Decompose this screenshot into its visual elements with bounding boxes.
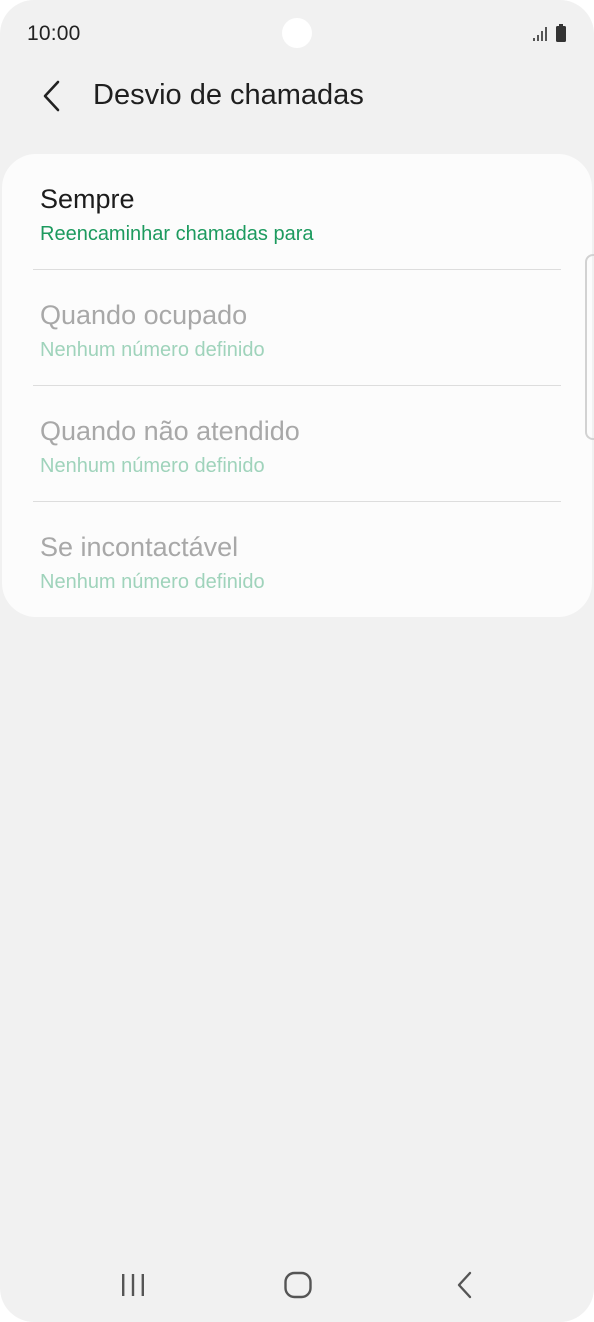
battery-icon	[556, 24, 566, 42]
setting-when-unanswered[interactable]: Quando não atendido Nenhum número defini…	[2, 386, 592, 501]
home-button[interactable]	[268, 1260, 328, 1310]
chevron-left-icon	[43, 80, 60, 112]
setting-title: Quando ocupado	[40, 300, 248, 330]
setting-title: Se incontactável	[40, 532, 239, 562]
setting-when-busy[interactable]: Quando ocupado Nenhum número definido	[2, 270, 592, 385]
call-forwarding-list: Sempre Reencaminhar chamadas para Quando…	[2, 154, 592, 617]
navigation-bar	[0, 1250, 594, 1322]
signal-icon	[533, 27, 547, 41]
nav-back-button[interactable]	[435, 1260, 495, 1310]
home-icon	[284, 1271, 312, 1299]
recents-icon	[122, 1274, 144, 1296]
recents-button[interactable]	[103, 1260, 163, 1310]
setting-subtitle: Reencaminhar chamadas para	[40, 223, 314, 245]
status-bar: 10:00	[0, 0, 594, 66]
scroll-indicator[interactable]	[585, 254, 594, 440]
app-header: Desvio de chamadas	[0, 66, 594, 128]
back-icon	[457, 1271, 472, 1299]
phone-screen: 10:00 Desvio de chamadas Sempre Reencami…	[0, 0, 594, 1322]
back-button[interactable]	[30, 74, 74, 118]
setting-subtitle: Nenhum número definido	[40, 571, 265, 593]
setting-always[interactable]: Sempre Reencaminhar chamadas para	[2, 154, 592, 269]
page-title: Desvio de chamadas	[93, 79, 364, 111]
setting-subtitle: Nenhum número definido	[40, 339, 265, 361]
setting-title: Sempre	[40, 184, 135, 214]
setting-title: Quando não atendido	[40, 416, 300, 446]
setting-subtitle: Nenhum número definido	[40, 455, 265, 477]
camera-cutout	[282, 18, 312, 48]
setting-when-unreachable[interactable]: Se incontactável Nenhum número definido	[2, 502, 592, 617]
status-time: 10:00	[27, 22, 81, 45]
